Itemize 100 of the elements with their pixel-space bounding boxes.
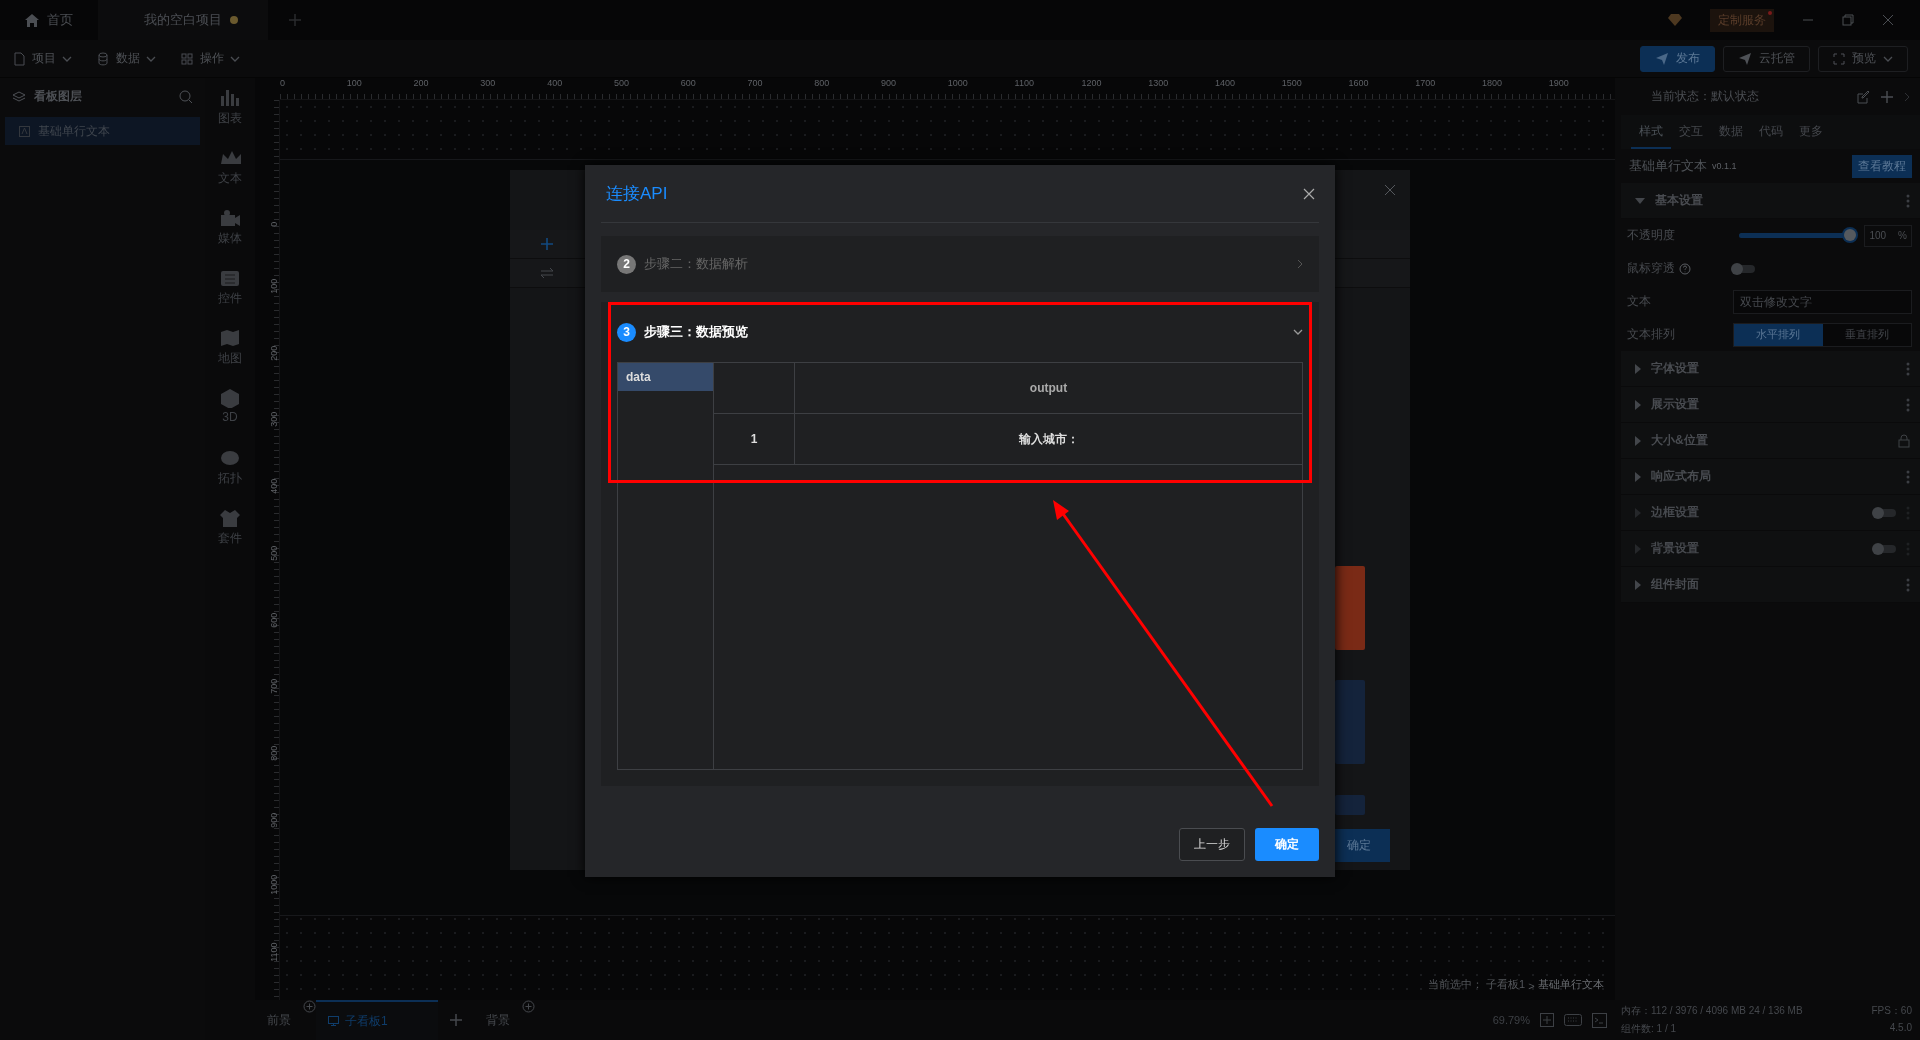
text-layer-icon bbox=[19, 125, 30, 137]
ruler-label: 300 bbox=[269, 412, 279, 428]
foreground-tab[interactable]: 前景 bbox=[255, 1000, 303, 1040]
cloud-hosting-button[interactable]: 云托管 bbox=[1723, 45, 1810, 72]
window-tab[interactable]: 我的空白项目 bbox=[98, 0, 268, 40]
settings-section-header[interactable]: 展示设置 bbox=[1621, 387, 1920, 423]
ruler-label: 1700 bbox=[1414, 78, 1437, 90]
inspector-tab[interactable]: 代码 bbox=[1751, 115, 1791, 149]
blob-icon bbox=[219, 448, 241, 468]
window-tab[interactable]: 首页 bbox=[0, 0, 98, 40]
component-count: 组件数: 1 / 1 bbox=[1621, 1022, 1677, 1036]
inspector-tab[interactable]: 更多 bbox=[1791, 115, 1831, 149]
thumbnail-card[interactable] bbox=[1335, 795, 1365, 815]
version-number: 4.5.0 bbox=[1888, 1022, 1912, 1035]
inspector-tab[interactable]: 样式 bbox=[1631, 115, 1671, 149]
ruler-label: 600 bbox=[269, 612, 279, 628]
toolbox-item[interactable]: 拓扑 bbox=[218, 448, 242, 508]
component-name: 基础单行文本 bbox=[1629, 157, 1707, 175]
chevron-down-icon bbox=[62, 55, 72, 62]
menu-button[interactable]: 项目 bbox=[0, 40, 84, 77]
ruler-label: 1100 bbox=[269, 942, 279, 962]
background-tab[interactable]: 背景 bbox=[473, 1000, 522, 1040]
ruler-label: 1500 bbox=[1280, 78, 1303, 90]
settings-section-header[interactable]: 组件封面 bbox=[1621, 567, 1920, 603]
confirm-button[interactable]: 确定 bbox=[1255, 828, 1319, 861]
caret-down-icon bbox=[1635, 197, 1645, 204]
add-icon bbox=[540, 237, 554, 251]
ruler-label: 1600 bbox=[1347, 78, 1370, 90]
ruler-label: 700 bbox=[269, 679, 279, 695]
data-source-item[interactable]: data bbox=[618, 363, 713, 391]
cube-icon bbox=[219, 388, 241, 408]
toolbox-item[interactable]: 3D bbox=[219, 388, 241, 448]
segment-option[interactable]: 水平排列 bbox=[1734, 323, 1823, 346]
ruler-label: 400 bbox=[269, 478, 279, 494]
restore-icon bbox=[1842, 14, 1854, 26]
more-icon bbox=[1906, 577, 1910, 592]
step-header[interactable]: 3 步骤三：数据预览 bbox=[611, 307, 1309, 357]
close-icon bbox=[1384, 184, 1396, 196]
step-header[interactable]: 2 步骤二：数据解析 bbox=[601, 236, 1319, 292]
paper-plane-icon bbox=[1738, 51, 1752, 66]
monitor-icon bbox=[328, 1016, 339, 1026]
keyboard-icon bbox=[1564, 1014, 1582, 1026]
ruler-label: 900 bbox=[880, 78, 898, 90]
edit-icon bbox=[1856, 89, 1870, 104]
grid-icon bbox=[180, 51, 194, 66]
list-icon bbox=[219, 268, 241, 288]
close-icon bbox=[1303, 187, 1315, 200]
caret-right-icon bbox=[1635, 363, 1641, 374]
breadcrumb-current: 基础单行文本 bbox=[1537, 977, 1604, 992]
ruler-label: 200 bbox=[412, 78, 430, 90]
thumbnail-card[interactable] bbox=[1335, 566, 1365, 650]
step-number: 3 bbox=[617, 322, 636, 342]
table-cell-text: 输入城市： bbox=[1017, 430, 1080, 448]
chevron-down-icon bbox=[1293, 329, 1303, 335]
fullscreen-icon bbox=[1833, 52, 1845, 65]
breadcrumb-label: 当前选中： bbox=[1428, 977, 1484, 992]
more-icon bbox=[1906, 397, 1910, 412]
more-icon bbox=[1906, 193, 1910, 208]
field-label: 文本 bbox=[1627, 293, 1651, 310]
settings-section-header[interactable]: 字体设置 bbox=[1621, 351, 1920, 387]
more-icon bbox=[1906, 361, 1910, 376]
ruler-label: 100 bbox=[345, 78, 363, 90]
layers-icon bbox=[12, 90, 26, 103]
ruler-label: 800 bbox=[813, 78, 831, 90]
ruler-label: 0 bbox=[279, 78, 286, 90]
add-board-icon bbox=[449, 1014, 462, 1026]
ruler-label: 1100 bbox=[1013, 78, 1035, 90]
caret-right-icon bbox=[1635, 399, 1641, 410]
add-circle-icon bbox=[521, 1000, 535, 1013]
add-tab-icon bbox=[288, 13, 302, 27]
caret-right-icon bbox=[1635, 471, 1641, 482]
step-number: 2 bbox=[617, 254, 636, 274]
field-label: 不透明度 bbox=[1627, 227, 1675, 244]
caret-right-icon bbox=[1635, 579, 1641, 590]
tutorial-button[interactable]: 查看教程 bbox=[1852, 154, 1912, 178]
publish-button[interactable]: 发布 bbox=[1640, 45, 1715, 72]
menu-button[interactable]: 操作 bbox=[168, 40, 252, 77]
paper-plane-icon bbox=[1655, 51, 1669, 66]
text-field[interactable]: 双击修改文字 bbox=[1733, 289, 1912, 314]
fps-counter: FPS：60 bbox=[1871, 1004, 1912, 1018]
number-field[interactable]: 100 % bbox=[1864, 224, 1912, 247]
settings-section-header[interactable]: 大小&位置 bbox=[1621, 423, 1920, 459]
menu-button[interactable]: 数据 bbox=[84, 40, 168, 77]
ruler-label: 400 bbox=[546, 78, 564, 90]
previous-step-button[interactable]: 上一步 bbox=[1179, 828, 1245, 861]
settings-section-header[interactable]: 响应式布局 bbox=[1621, 459, 1920, 495]
breadcrumb-link[interactable]: 子看板1 bbox=[1486, 977, 1526, 992]
ruler-label: 700 bbox=[746, 78, 764, 90]
settings-section-header[interactable]: 基本设置 bbox=[1621, 183, 1920, 219]
zoom-level: 69.79% bbox=[1492, 1014, 1530, 1026]
ruler-label: 100 bbox=[269, 278, 279, 294]
ruler-label: 1400 bbox=[1213, 78, 1236, 90]
thumbnail-card[interactable] bbox=[1335, 680, 1365, 764]
swap-icon bbox=[540, 267, 554, 279]
toggle-switch[interactable] bbox=[1733, 264, 1755, 273]
lock-icon bbox=[1898, 433, 1910, 448]
ruler-label: 900 bbox=[269, 812, 279, 828]
panel-title: 看板图层 bbox=[34, 88, 82, 105]
preview-button[interactable]: 预览 bbox=[1818, 45, 1908, 72]
state-label: 当前状态：默认状态 bbox=[1651, 88, 1759, 105]
